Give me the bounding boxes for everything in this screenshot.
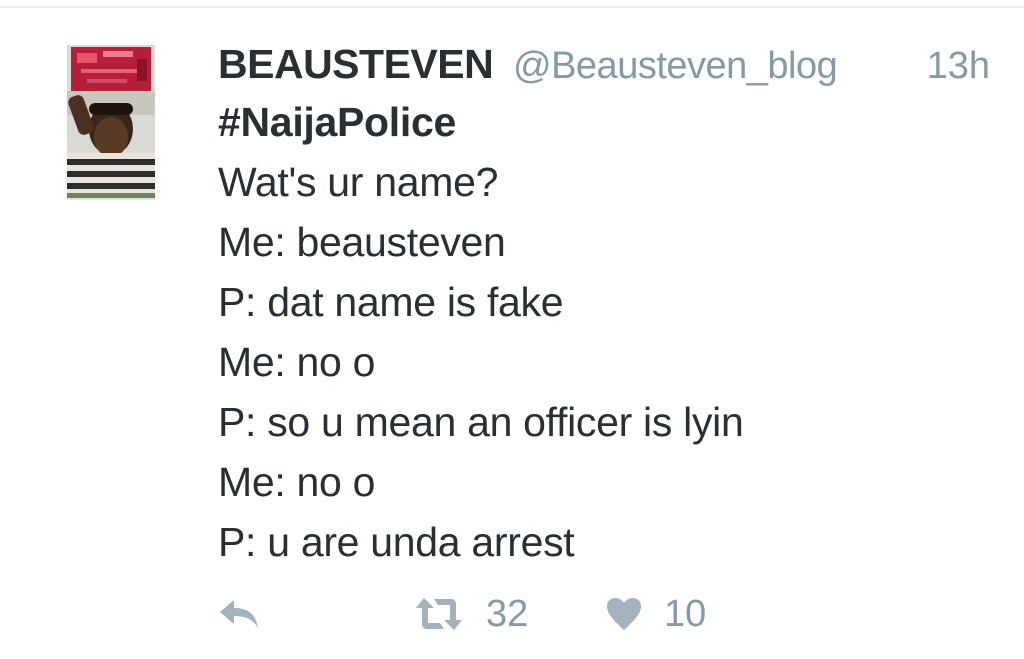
tweet-text: #NaijaPolice Wat's ur name? Me: beaustev… (218, 96, 998, 572)
author-name[interactable]: BEAUSTEVEN (218, 40, 494, 88)
tweet-screen: BEAUSTEVEN @Beausteven_blog 13h #NaijaPo… (0, 0, 1024, 659)
avatar[interactable] (67, 45, 155, 200)
tweet-line: Me: beausteven (218, 219, 506, 265)
reply-button[interactable] (218, 588, 262, 640)
timestamp[interactable]: 13h (927, 42, 990, 90)
retweet-count: 32 (486, 593, 529, 635)
tweet-actions: 32 10 (218, 588, 818, 640)
hashtag-link[interactable]: #NaijaPolice (218, 96, 998, 148)
tweet-line: P: so u mean an officer is lyin (218, 399, 744, 445)
heart-icon (607, 598, 641, 630)
like-button[interactable]: 10 (606, 588, 706, 640)
like-count: 10 (664, 593, 707, 635)
tweet-header: BEAUSTEVEN @Beausteven_blog 13h (218, 40, 998, 92)
tweet-line: Wat's ur name? (218, 159, 499, 205)
tweet-line: Me: no o (218, 459, 376, 505)
avatar-photo (67, 45, 155, 200)
retweet-icon (416, 598, 462, 630)
tweet-line: Me: no o (218, 339, 376, 385)
reply-icon (220, 600, 258, 628)
tweet-line: P: u are unda arrest (218, 519, 575, 565)
retweet-button[interactable]: 32 (414, 588, 528, 640)
tweet-line: P: dat name is fake (218, 279, 564, 325)
author-handle[interactable]: @Beausteven_blog (513, 42, 838, 90)
top-divider (0, 6, 1024, 8)
